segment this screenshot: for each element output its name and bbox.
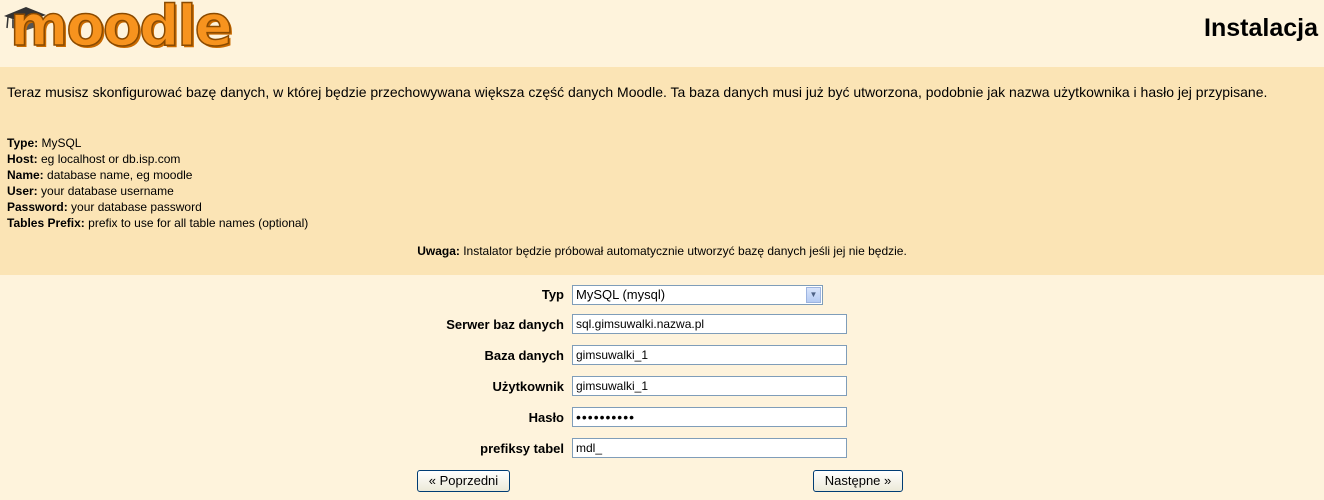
- page-header: moodle Instalacja: [0, 0, 1324, 64]
- password-input[interactable]: ••••••••••: [572, 407, 847, 427]
- page-title: Instalacja: [1204, 14, 1318, 42]
- row-dbname: Baza danych gimsuwalki_1: [0, 345, 1324, 367]
- next-button[interactable]: Następne »: [813, 470, 903, 492]
- logo-text: moodle: [9, 0, 233, 60]
- chevron-down-icon[interactable]: ▼: [806, 287, 821, 303]
- field-help-host: Host: eg localhost or db.isp.com: [7, 152, 181, 166]
- field-help-list: Type: MySQL Host: eg localhost or db.isp…: [7, 135, 308, 231]
- field-help-password: Password: your database password: [7, 200, 202, 214]
- row-prefix: prefiksy tabel mdl_: [0, 438, 1324, 460]
- dbname-input[interactable]: gimsuwalki_1: [572, 345, 847, 365]
- row-password: Hasło ••••••••••: [0, 407, 1324, 429]
- row-type: Typ MySQL (mysql) ▼: [0, 284, 1324, 306]
- field-help-user: User: your database username: [7, 184, 174, 198]
- row-user: Użytkownik gimsuwalki_1: [0, 376, 1324, 398]
- installer-note: Uwaga: Instalator będzie próbował automa…: [417, 244, 907, 258]
- host-input[interactable]: sql.gimsuwalki.nazwa.pl: [572, 314, 847, 334]
- previous-button[interactable]: « Poprzedni: [417, 470, 510, 492]
- user-input[interactable]: gimsuwalki_1: [572, 376, 847, 396]
- field-help-name: Name: database name, eg moodle: [7, 168, 193, 182]
- password-label: Hasło: [528, 410, 564, 425]
- field-help-type: Type: MySQL: [7, 136, 82, 150]
- intro-box: Teraz musisz skonfigurować bazę danych, …: [0, 67, 1324, 275]
- type-label: Typ: [541, 287, 564, 302]
- field-help-prefix: Tables Prefix: prefix to use for all tab…: [7, 216, 309, 230]
- prefix-input[interactable]: mdl_: [572, 438, 847, 458]
- row-host: Serwer baz danych sql.gimsuwalki.nazwa.p…: [0, 314, 1324, 336]
- db-type-select[interactable]: MySQL (mysql) ▼: [572, 285, 823, 305]
- moodle-logo: moodle: [2, 0, 242, 62]
- user-label: Użytkownik: [492, 379, 564, 394]
- prefix-label: prefiksy tabel: [480, 441, 564, 456]
- host-label: Serwer baz danych: [446, 317, 564, 332]
- intro-description: Teraz musisz skonfigurować bazę danych, …: [7, 84, 1268, 100]
- dbname-label: Baza danych: [484, 348, 564, 363]
